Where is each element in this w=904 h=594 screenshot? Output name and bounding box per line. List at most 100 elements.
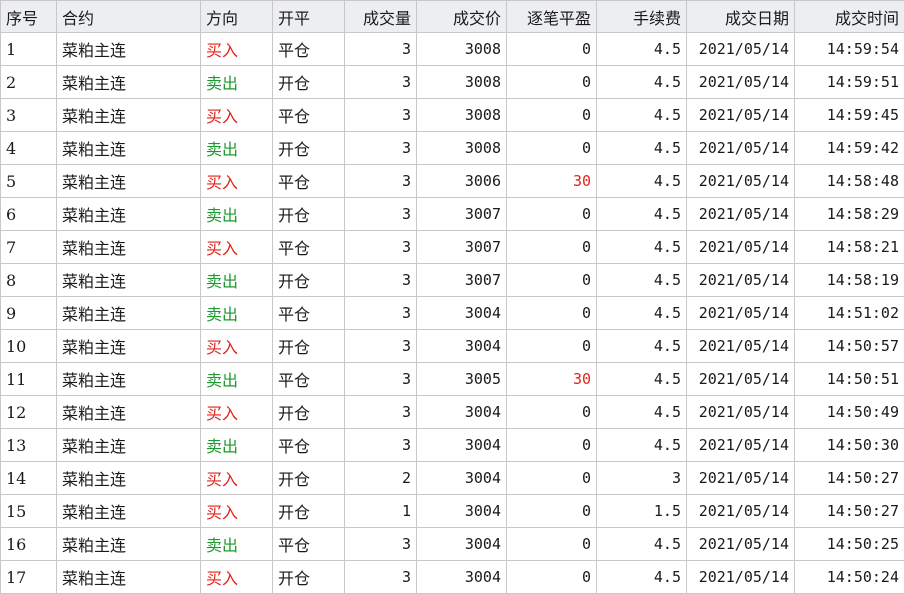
cell-seq: 8: [1, 264, 57, 297]
table-header: 序号 合约 方向 开平 成交量 成交价 逐笔平盈 手续费 成交日期 成交时间: [1, 1, 904, 33]
cell-fee: 4.5: [597, 33, 687, 66]
cell-seq: 16: [1, 528, 57, 561]
cell-contract: 菜粕主连: [57, 396, 201, 429]
cell-date: 2021/05/14: [687, 165, 795, 198]
col-header-pnl[interactable]: 逐笔平盈: [507, 1, 597, 33]
cell-offset: 开仓: [273, 561, 345, 594]
col-header-offset[interactable]: 开平: [273, 1, 345, 33]
cell-seq: 10: [1, 330, 57, 363]
table-row[interactable]: 15菜粕主连买入开仓1300401.52021/05/1414:50:27: [1, 495, 904, 528]
cell-time: 14:59:45: [795, 99, 904, 132]
cell-price: 3004: [417, 330, 507, 363]
cell-time: 14:50:27: [795, 462, 904, 495]
cell-qty: 3: [345, 330, 417, 363]
cell-seq: 12: [1, 396, 57, 429]
cell-qty: 3: [345, 99, 417, 132]
cell-contract: 菜粕主连: [57, 231, 201, 264]
cell-pnl: 0: [507, 396, 597, 429]
table-row[interactable]: 3菜粕主连买入平仓3300804.52021/05/1414:59:45: [1, 99, 904, 132]
cell-seq: 5: [1, 165, 57, 198]
cell-price: 3007: [417, 264, 507, 297]
table-row[interactable]: 1菜粕主连买入平仓3300804.52021/05/1414:59:54: [1, 33, 904, 66]
cell-date: 2021/05/14: [687, 132, 795, 165]
cell-time: 14:58:29: [795, 198, 904, 231]
cell-price: 3007: [417, 198, 507, 231]
cell-contract: 菜粕主连: [57, 363, 201, 396]
table-row[interactable]: 6菜粕主连卖出开仓3300704.52021/05/1414:58:29: [1, 198, 904, 231]
cell-price: 3004: [417, 561, 507, 594]
table-row[interactable]: 9菜粕主连卖出平仓3300404.52021/05/1414:51:02: [1, 297, 904, 330]
cell-date: 2021/05/14: [687, 561, 795, 594]
cell-contract: 菜粕主连: [57, 198, 201, 231]
cell-qty: 3: [345, 297, 417, 330]
cell-direction: 买入: [201, 33, 273, 66]
table-row[interactable]: 8菜粕主连卖出开仓3300704.52021/05/1414:58:19: [1, 264, 904, 297]
table-row[interactable]: 4菜粕主连卖出开仓3300804.52021/05/1414:59:42: [1, 132, 904, 165]
cell-date: 2021/05/14: [687, 231, 795, 264]
cell-contract: 菜粕主连: [57, 99, 201, 132]
cell-direction: 卖出: [201, 363, 273, 396]
cell-direction: 买入: [201, 165, 273, 198]
cell-fee: 4.5: [597, 363, 687, 396]
cell-direction: 卖出: [201, 297, 273, 330]
cell-offset: 开仓: [273, 66, 345, 99]
table-row[interactable]: 5菜粕主连买入平仓33006304.52021/05/1414:58:48: [1, 165, 904, 198]
col-header-fee[interactable]: 手续费: [597, 1, 687, 33]
cell-pnl: 0: [507, 495, 597, 528]
col-header-price[interactable]: 成交价: [417, 1, 507, 33]
table-row[interactable]: 13菜粕主连卖出平仓3300404.52021/05/1414:50:30: [1, 429, 904, 462]
cell-fee: 4.5: [597, 528, 687, 561]
cell-pnl: 30: [507, 363, 597, 396]
table-row[interactable]: 16菜粕主连卖出平仓3300404.52021/05/1414:50:25: [1, 528, 904, 561]
col-header-direction[interactable]: 方向: [201, 1, 273, 33]
cell-offset: 开仓: [273, 264, 345, 297]
cell-seq: 4: [1, 132, 57, 165]
col-header-date[interactable]: 成交日期: [687, 1, 795, 33]
cell-pnl: 0: [507, 528, 597, 561]
cell-direction: 买入: [201, 231, 273, 264]
table-row[interactable]: 12菜粕主连买入开仓3300404.52021/05/1414:50:49: [1, 396, 904, 429]
cell-price: 3005: [417, 363, 507, 396]
cell-offset: 开仓: [273, 396, 345, 429]
cell-seq: 6: [1, 198, 57, 231]
table-row[interactable]: 7菜粕主连买入平仓3300704.52021/05/1414:58:21: [1, 231, 904, 264]
cell-seq: 14: [1, 462, 57, 495]
col-header-qty[interactable]: 成交量: [345, 1, 417, 33]
table-row[interactable]: 17菜粕主连买入开仓3300404.52021/05/1414:50:24: [1, 561, 904, 594]
table-row[interactable]: 10菜粕主连买入开仓3300404.52021/05/1414:50:57: [1, 330, 904, 363]
table-body: 1菜粕主连买入平仓3300804.52021/05/1414:59:542菜粕主…: [1, 33, 904, 594]
cell-pnl: 0: [507, 429, 597, 462]
trade-records-table: 序号 合约 方向 开平 成交量 成交价 逐笔平盈 手续费 成交日期 成交时间 1…: [0, 0, 904, 594]
cell-offset: 平仓: [273, 165, 345, 198]
table-row[interactable]: 14菜粕主连买入开仓23004032021/05/1414:50:27: [1, 462, 904, 495]
cell-contract: 菜粕主连: [57, 528, 201, 561]
cell-price: 3008: [417, 33, 507, 66]
cell-direction: 买入: [201, 396, 273, 429]
cell-offset: 平仓: [273, 363, 345, 396]
cell-direction: 买入: [201, 330, 273, 363]
cell-seq: 15: [1, 495, 57, 528]
cell-fee: 4.5: [597, 396, 687, 429]
col-header-contract[interactable]: 合约: [57, 1, 201, 33]
cell-contract: 菜粕主连: [57, 495, 201, 528]
cell-qty: 3: [345, 396, 417, 429]
cell-date: 2021/05/14: [687, 462, 795, 495]
cell-pnl: 0: [507, 33, 597, 66]
table-row[interactable]: 2菜粕主连卖出开仓3300804.52021/05/1414:59:51: [1, 66, 904, 99]
cell-date: 2021/05/14: [687, 495, 795, 528]
cell-direction: 卖出: [201, 198, 273, 231]
cell-fee: 4.5: [597, 429, 687, 462]
cell-pnl: 0: [507, 561, 597, 594]
cell-time: 14:50:51: [795, 363, 904, 396]
cell-fee: 4.5: [597, 132, 687, 165]
table-row[interactable]: 11菜粕主连卖出平仓33005304.52021/05/1414:50:51: [1, 363, 904, 396]
cell-qty: 3: [345, 132, 417, 165]
cell-price: 3008: [417, 132, 507, 165]
cell-time: 14:58:19: [795, 264, 904, 297]
col-header-time[interactable]: 成交时间: [795, 1, 904, 33]
cell-seq: 13: [1, 429, 57, 462]
cell-time: 14:59:51: [795, 66, 904, 99]
col-header-seq[interactable]: 序号: [1, 1, 57, 33]
cell-fee: 4.5: [597, 198, 687, 231]
cell-qty: 3: [345, 165, 417, 198]
